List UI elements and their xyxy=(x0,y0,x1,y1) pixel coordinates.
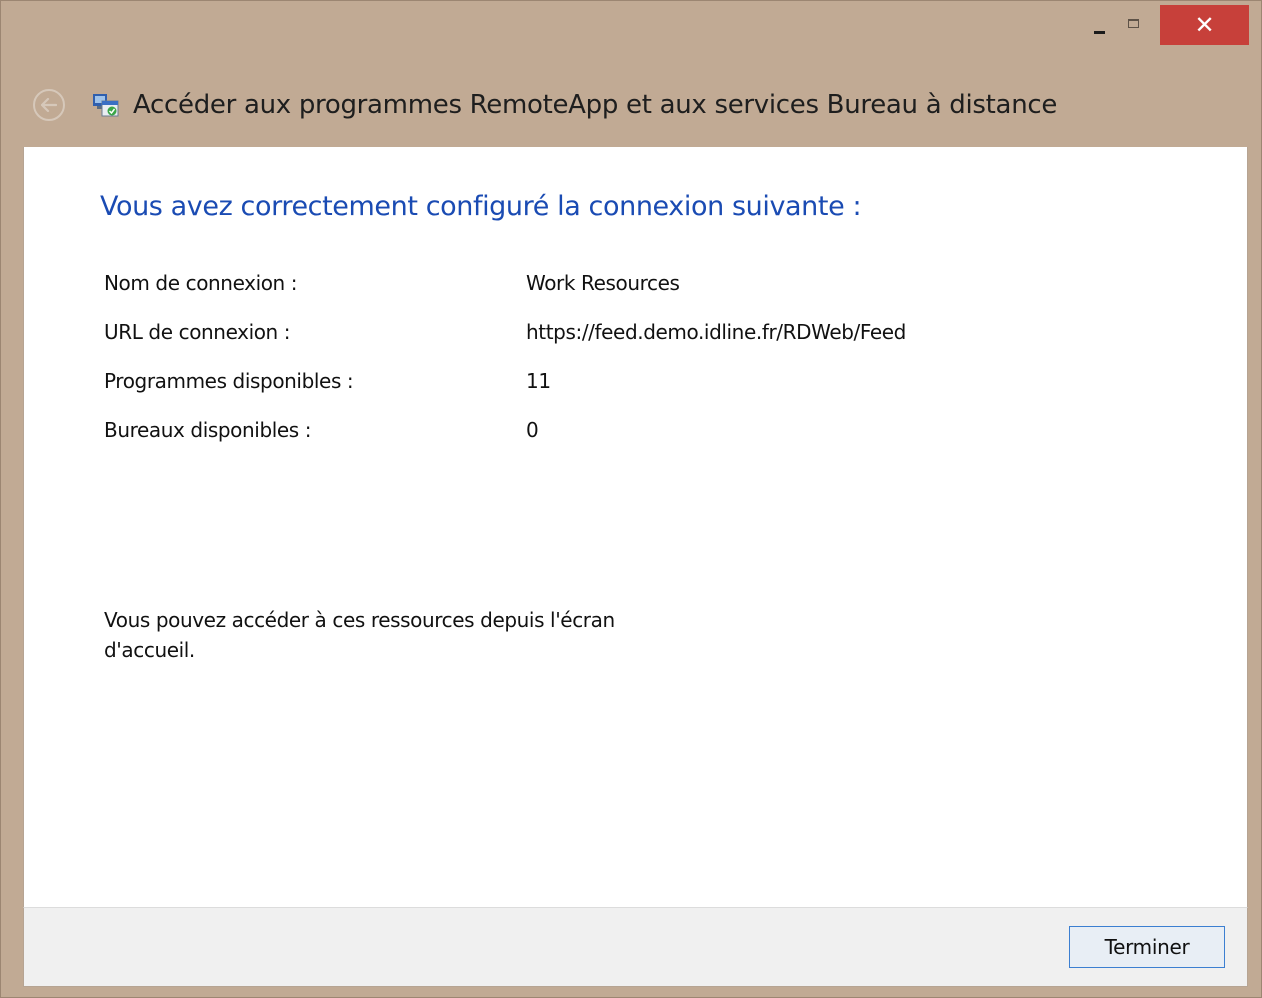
finish-button[interactable]: Terminer xyxy=(1069,926,1225,968)
content-panel: Vous avez correctement configuré la conn… xyxy=(23,147,1248,907)
close-button[interactable]: ✕ xyxy=(1160,5,1249,45)
info-value: 0 xyxy=(526,418,539,442)
info-value: 11 xyxy=(526,369,551,393)
info-label: URL de connexion : xyxy=(104,320,291,344)
minimize-button[interactable] xyxy=(1082,5,1116,45)
caption-buttons: ✕ xyxy=(1082,5,1249,49)
back-button[interactable] xyxy=(33,89,65,121)
dialog-header: Accéder aux programmes RemoteApp et aux … xyxy=(33,79,1057,131)
info-value: Work Resources xyxy=(526,271,680,295)
page-heading: Vous avez correctement configuré la conn… xyxy=(100,191,862,222)
remoteapp-icon xyxy=(93,94,119,117)
info-label: Programmes disponibles : xyxy=(104,369,354,393)
info-value: https://feed.demo.idline.fr/RDWeb/Feed xyxy=(526,320,906,344)
access-note: Vous pouvez accéder à ces ressources dep… xyxy=(104,608,615,662)
maximize-icon xyxy=(1127,18,1139,28)
maximize-button[interactable] xyxy=(1116,5,1150,45)
close-icon: ✕ xyxy=(1194,11,1215,39)
dialog-window: ✕ Accéder aux programmes RemoteApp et au… xyxy=(0,0,1262,998)
back-arrow-icon xyxy=(41,98,57,112)
info-label: Nom de connexion : xyxy=(104,271,298,295)
dialog-footer: Terminer xyxy=(23,907,1248,987)
window-title: Accéder aux programmes RemoteApp et aux … xyxy=(133,90,1058,120)
minimize-icon xyxy=(1093,30,1105,34)
info-label: Bureaux disponibles : xyxy=(104,418,312,442)
